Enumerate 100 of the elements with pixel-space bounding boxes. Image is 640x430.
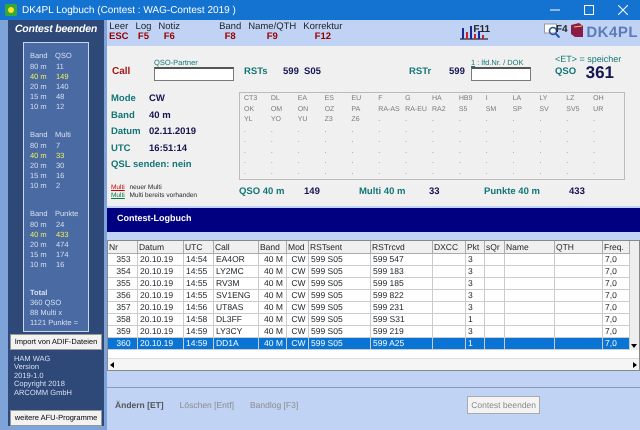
table-cell: [433, 266, 466, 278]
table-cell: [433, 290, 466, 302]
table-cell: 599 S05: [309, 314, 371, 326]
stat-value: 433: [569, 184, 586, 199]
toolbar-button[interactable]: Name/QTH F9: [248, 22, 296, 42]
table-cell: 40 M: [259, 314, 287, 326]
table-cell: 3: [466, 302, 485, 314]
shortcut-key: F11: [473, 22, 490, 37]
field-label: QSO: [555, 64, 576, 79]
table-cell: 599 S05: [309, 254, 371, 266]
table-cell: [505, 266, 555, 278]
table-cell: 20.10.19: [138, 314, 184, 326]
info-value: 40 m: [149, 108, 171, 122]
table-cell: CW: [287, 302, 309, 314]
table-cell: 20.10.19: [138, 290, 184, 302]
table-cell: 14:55: [184, 266, 214, 278]
table-cell: [485, 254, 505, 266]
toolbar-button[interactable]: Band F8: [219, 22, 242, 42]
column-header[interactable]: RSTsent: [309, 241, 371, 254]
call-input[interactable]: [154, 66, 234, 81]
column-header[interactable]: Freq.: [603, 241, 630, 254]
rst-value: 599: [283, 64, 300, 79]
maximize-icon[interactable]: [584, 5, 594, 15]
column-header[interactable]: QTH: [555, 241, 603, 254]
table-cell: CW: [287, 290, 309, 302]
stat-value: 33: [429, 184, 441, 199]
column-header[interactable]: Mod: [287, 241, 309, 254]
table-cell: 1: [466, 338, 485, 350]
table-cell: 40 M: [259, 290, 287, 302]
table-cell: LY2MC: [214, 266, 259, 278]
table-cell: [485, 338, 505, 350]
table-cell: CW: [287, 254, 309, 266]
shortcut-key: F4: [556, 22, 568, 37]
table-cell: 3: [466, 290, 485, 302]
column-header[interactable]: Pkt: [466, 241, 485, 254]
table-cell: 599 183: [371, 266, 433, 278]
table-cell: [555, 302, 603, 314]
column-header[interactable]: Call: [214, 241, 259, 254]
column-header[interactable]: UTC: [184, 241, 214, 254]
table-cell: [433, 338, 466, 350]
table-cell: 353: [108, 254, 138, 266]
table-cell: DD1A: [214, 338, 259, 350]
table-cell: [433, 302, 466, 314]
toolbar-button[interactable]: Korrektur F12: [303, 22, 342, 42]
toolbar-button[interactable]: Log F5: [136, 22, 152, 42]
table-cell: SV1ENG: [214, 290, 259, 302]
table-cell: 40 M: [259, 278, 287, 290]
table-cell: 3: [466, 254, 485, 266]
table-cell: 20.10.19: [138, 302, 184, 314]
table-cell: DL3FF: [214, 314, 259, 326]
toolbar-button[interactable]: Leer ESC: [109, 22, 129, 42]
serial-input[interactable]: [471, 66, 531, 81]
table-cell: 14:54: [184, 254, 214, 266]
table-cell: [555, 278, 603, 290]
table-cell: 358: [108, 314, 138, 326]
table-cell: 599 S05: [309, 302, 371, 314]
table-cell: 356: [108, 290, 138, 302]
column-header[interactable]: Nr: [108, 241, 138, 254]
table-cell: 599 S05: [309, 266, 371, 278]
column-header[interactable]: Name: [505, 241, 555, 254]
toolbar-button[interactable]: Notiz F6: [158, 22, 180, 42]
info-value: CW: [149, 92, 165, 106]
close-icon[interactable]: [618, 5, 628, 15]
action-link[interactable]: Ändern [ET]: [115, 398, 164, 412]
info-label: Datum: [111, 125, 142, 139]
call-label: Call: [112, 65, 132, 79]
logbook-header: Contest-Logbuch: [107, 208, 640, 232]
column-header[interactable]: sQr: [485, 241, 505, 254]
table-cell: 360: [108, 338, 138, 350]
book-icon[interactable]: [570, 22, 584, 38]
table-cell: CW: [287, 314, 309, 326]
column-header[interactable]: Band: [259, 241, 287, 254]
table-cell: 40 M: [259, 254, 287, 266]
scroll-down-icon[interactable]: [630, 342, 638, 350]
info-label: UTC: [111, 142, 132, 156]
table-cell: 14:56: [184, 302, 214, 314]
table-cell: 599 S05: [309, 290, 371, 302]
column-header[interactable]: RSTrcvd: [371, 241, 433, 254]
column-header[interactable]: DXCC: [433, 241, 466, 254]
table-cell: 599 S05: [309, 338, 371, 350]
table-cell: [555, 266, 603, 278]
qsl-status[interactable]: QSL senden: nein: [111, 158, 239, 172]
table-cell: [485, 302, 505, 314]
field-label: RSTr: [409, 64, 432, 79]
table-cell: UT8AS: [214, 302, 259, 314]
table-cell: 599 S05: [309, 278, 371, 290]
table-cell: [505, 314, 555, 326]
column-header[interactable]: Datum: [138, 241, 184, 254]
contest-end-link[interactable]: Contest beenden: [14, 20, 98, 42]
table-cell: 599 185: [371, 278, 433, 290]
table-cell: 20.10.19: [138, 266, 184, 278]
table-cell: CW: [287, 278, 309, 290]
table-cell: CW: [287, 338, 309, 350]
stat-value: 149: [304, 184, 321, 199]
table-cell: 355: [108, 278, 138, 290]
table-cell: [555, 254, 603, 266]
table-cell: [433, 278, 466, 290]
table-cell: [433, 254, 466, 266]
table-cell: [485, 314, 505, 326]
table-cell: 20.10.19: [138, 254, 184, 266]
